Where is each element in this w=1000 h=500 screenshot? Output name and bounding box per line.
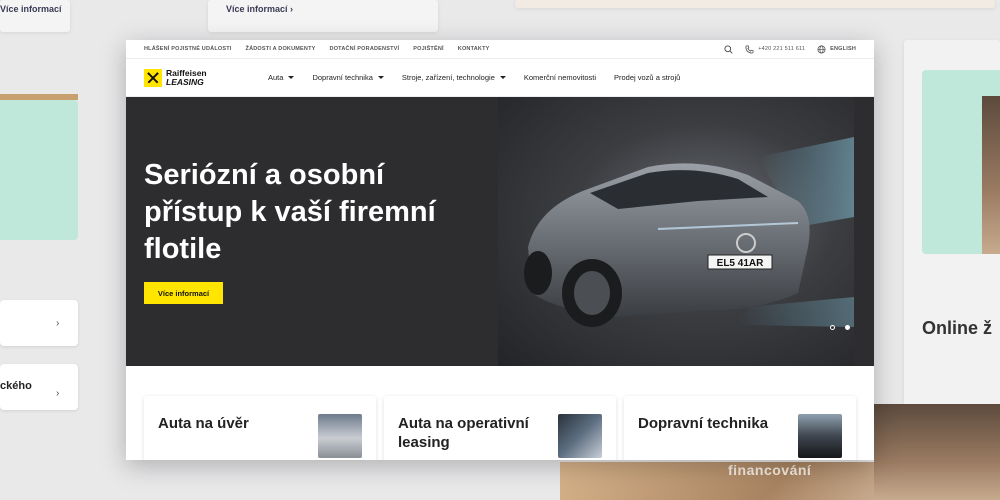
bg-mint-panel xyxy=(0,100,78,240)
card-operativni-leasing[interactable]: Auta na operativní leasing xyxy=(384,396,616,460)
language-switch[interactable]: ENGLISH xyxy=(817,45,856,54)
card-thumbnail xyxy=(558,414,602,458)
topbar-link-subsidy[interactable]: DOTAČNÍ PORADENSTVÍ xyxy=(330,46,400,52)
phone-link[interactable]: +420 221 511 611 xyxy=(745,45,805,54)
bg-chevron-icon: › xyxy=(56,318,60,329)
carousel-dots xyxy=(830,325,850,330)
topbar-link-requests[interactable]: ŽÁDOSTI A DOKUMENTY xyxy=(246,46,316,52)
phone-icon xyxy=(745,45,754,53)
topbar-link-contacts[interactable]: KONTAKTY xyxy=(458,46,490,52)
menu-item-nemovitosti[interactable]: Komerční nemovitosti xyxy=(524,73,596,82)
bg-photo xyxy=(982,96,1000,254)
bg-card xyxy=(515,0,995,8)
menu-item-auta[interactable]: Auta xyxy=(268,73,295,82)
card-thumbnail xyxy=(318,414,362,458)
hero-title: Seriózní a osobní přístup k vaší firemní… xyxy=(144,159,436,265)
hero-car-image: EL5 41AR xyxy=(498,97,854,366)
main-navigation: Raiffeisen LEASING Auta Dopravní technik… xyxy=(126,59,874,97)
menu-item-stroje[interactable]: Stroje, zařízení, technologie xyxy=(402,73,506,82)
globe-icon xyxy=(817,45,826,53)
phone-number: +420 221 511 611 xyxy=(758,46,806,52)
hero-more-info-button[interactable]: Více informací xyxy=(144,282,223,304)
menu-item-prodej[interactable]: Prodej vozů a strojů xyxy=(614,73,680,82)
language-label: ENGLISH xyxy=(830,46,856,52)
product-cards: Auta na úvěr Auta na operativní leasing … xyxy=(144,396,856,460)
caret-down-icon xyxy=(377,76,384,79)
topbar-link-insurance[interactable]: POJIŠTĚNÍ xyxy=(413,46,444,52)
card-title: Auta na úvěr xyxy=(158,415,249,432)
raiffeisen-logo[interactable]: Raiffeisen LEASING xyxy=(144,67,254,87)
bg-list-row xyxy=(0,300,78,346)
caret-down-icon xyxy=(288,76,295,79)
bg-more-link: Více informací xyxy=(0,4,62,14)
license-plate: EL5 41AR xyxy=(717,258,764,269)
card-auta-na-uver[interactable]: Auta na úvěr xyxy=(144,396,376,460)
topbar-link-claims[interactable]: HLÁŠENÍ POJISTNÉ UDÁLOSTI xyxy=(144,46,232,52)
search-icon xyxy=(724,44,733,54)
caret-down-icon xyxy=(499,76,506,79)
card-title: Dopravní technika xyxy=(638,415,769,432)
card-thumbnail xyxy=(798,414,842,458)
bg-side-text: ckého xyxy=(0,380,32,392)
bg-person-photo xyxy=(874,404,1000,500)
menu-item-dopravni-technika[interactable]: Dopravní technika xyxy=(312,73,384,82)
card-title: Auta na operativní leasing xyxy=(398,415,529,451)
bg-more-link: Více informací › xyxy=(226,4,294,14)
car-illustration: EL5 41AR xyxy=(524,137,854,327)
utility-bar: HLÁŠENÍ POJISTNÉ UDÁLOSTI ŽÁDOSTI A DOKU… xyxy=(126,40,874,59)
logo-wordmark: Raiffeisen LEASING xyxy=(166,67,207,87)
carousel-dot-2[interactable] xyxy=(845,325,850,330)
card-dopravni-technika[interactable]: Dopravní technika xyxy=(624,396,856,460)
primary-menu: Auta Dopravní technika Stroje, zařízení,… xyxy=(268,73,680,82)
carousel-dot-1[interactable] xyxy=(830,325,835,330)
bg-heading: Online ž xyxy=(922,318,993,338)
hero-banner: Seriózní a osobní přístup k vaší firemní… xyxy=(126,97,874,366)
logo-mark-icon xyxy=(144,68,162,87)
browser-window: HLÁŠENÍ POJISTNÉ UDÁLOSTI ŽÁDOSTI A DOKU… xyxy=(126,40,874,460)
search-button[interactable] xyxy=(724,44,733,54)
bg-caption: financování xyxy=(728,462,812,478)
bg-chevron-icon: › xyxy=(56,388,60,399)
